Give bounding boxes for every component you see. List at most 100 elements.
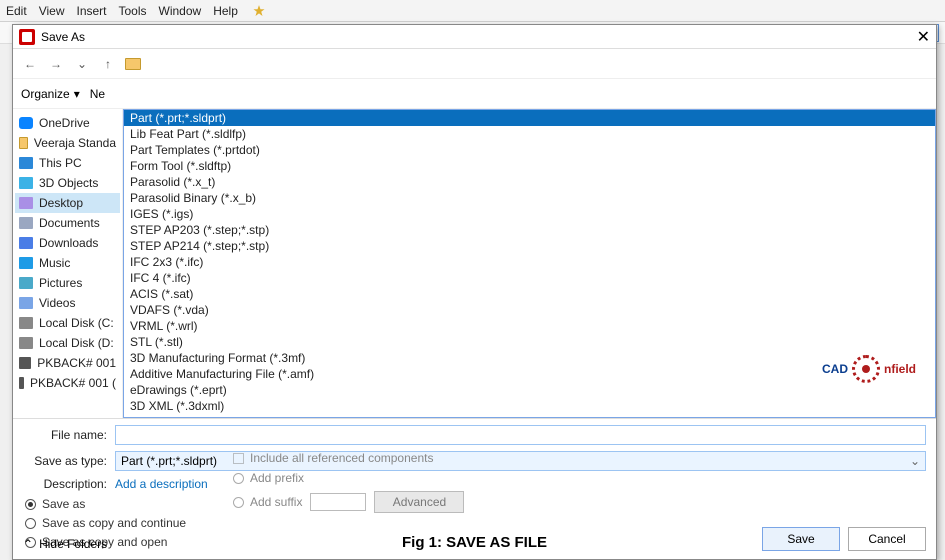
- filetype-dropdown-list[interactable]: Part (*.prt;*.sldprt)Lib Feat Part (*.sl…: [123, 109, 936, 418]
- filetype-option[interactable]: STEP AP203 (*.step;*.stp): [124, 222, 935, 238]
- filename-label: File name:: [23, 428, 107, 442]
- menu-tools[interactable]: Tools: [119, 4, 147, 18]
- app-icon: [19, 29, 35, 45]
- sidebar-item-label: Veeraja Standa: [34, 136, 116, 150]
- hide-folders-button[interactable]: ⌃ Hide Folders: [23, 537, 107, 551]
- chevron-down-icon: ▾: [74, 87, 80, 101]
- sidebar-item-label: PKBACK# 001 (: [30, 376, 116, 390]
- chevron-down-icon: ⌄: [910, 454, 920, 468]
- folder-icon: [125, 58, 141, 70]
- sidebar-item-pkback-001-[interactable]: PKBACK# 001 (: [15, 373, 120, 393]
- sidebar-item-music[interactable]: Music: [15, 253, 120, 273]
- cancel-button[interactable]: Cancel: [848, 527, 926, 551]
- filetype-option[interactable]: ACIS (*.sat): [124, 286, 935, 302]
- folder-icon: [19, 177, 33, 189]
- folder-icon: [19, 137, 28, 149]
- radio-icon: [25, 499, 36, 510]
- sidebar-item-this-pc[interactable]: This PC: [15, 153, 120, 173]
- sidebar-item-pkback-001[interactable]: PKBACK# 001: [15, 353, 120, 373]
- nav-chevron-icon[interactable]: ⌄: [73, 57, 91, 71]
- menu-insert[interactable]: Insert: [76, 4, 106, 18]
- sidebar-item-label: Music: [39, 256, 70, 270]
- filetype-option[interactable]: IFC 4 (*.ifc): [124, 270, 935, 286]
- organize-button[interactable]: Organize ▾: [21, 87, 80, 101]
- sidebar-item-label: Pictures: [39, 276, 82, 290]
- sidebar-item-label: Downloads: [39, 236, 98, 250]
- sidebar-item-documents[interactable]: Documents: [15, 213, 120, 233]
- folder-icon: [19, 317, 33, 329]
- new-folder-button[interactable]: Ne: [90, 87, 105, 101]
- filetype-option[interactable]: Additive Manufacturing File (*.amf): [124, 366, 935, 382]
- include-refs-checkbox[interactable]: Include all referenced components: [233, 451, 464, 465]
- filetype-option[interactable]: Part Templates (*.prtdot): [124, 142, 935, 158]
- filetype-option[interactable]: IGES (*.igs): [124, 206, 935, 222]
- save-button[interactable]: Save: [762, 527, 840, 551]
- filetype-option[interactable]: Lib Feat Part (*.sldlfp): [124, 126, 935, 142]
- filetype-option[interactable]: 3D XML (*.3dxml): [124, 398, 935, 414]
- sidebar-item-local-disk-d-[interactable]: Local Disk (D:: [15, 333, 120, 353]
- caret-icon: ⌃: [23, 537, 33, 551]
- address-bar[interactable]: [125, 58, 928, 70]
- dialog-body: OneDrive Veeraja Standa This PC 3D Objects D…: [13, 109, 936, 418]
- cad-infield-logo: CAD nfield: [822, 355, 916, 383]
- radio-add-suffix: Add suffix: [233, 495, 302, 509]
- sidebar-item-pictures[interactable]: Pictures: [15, 273, 120, 293]
- sidebar-item-veeraja-standa[interactable]: Veeraja Standa: [15, 133, 120, 153]
- sidebar-item-videos[interactable]: Videos: [15, 293, 120, 313]
- nav-up-icon[interactable]: ↑: [99, 57, 117, 71]
- filetype-option[interactable]: STEP AP214 (*.step;*.stp): [124, 238, 935, 254]
- sidebar-item-label: OneDrive: [39, 116, 90, 130]
- filetype-option[interactable]: 3D Manufacturing Format (*.3mf): [124, 350, 935, 366]
- dialog-lower-panel: File name: Save as type: Part (*.prt;*.s…: [13, 418, 936, 559]
- folder-icon: [19, 277, 33, 289]
- filetype-option[interactable]: Parasolid (*.x_t): [124, 174, 935, 190]
- savetype-value: Part (*.prt;*.sldprt): [121, 454, 217, 468]
- figure-caption: Fig 1: SAVE AS FILE: [402, 534, 547, 551]
- filetype-option[interactable]: Form Tool (*.sldftp): [124, 158, 935, 174]
- radio-add-prefix: Add prefix: [233, 471, 304, 485]
- folder-icon: [19, 377, 24, 389]
- filetype-option[interactable]: Parasolid Binary (*.x_b): [124, 190, 935, 206]
- app-menubar: Edit View Insert Tools Window Help: [0, 0, 945, 22]
- sidebar-item-onedrive[interactable]: OneDrive: [15, 113, 120, 133]
- logo-text-infield: nfield: [884, 362, 916, 376]
- radio-icon: [25, 518, 36, 529]
- save-as-dialog: Save As ✕ ← → ⌄ ↑ Organize ▾ Ne OneDrive…: [12, 24, 937, 560]
- menu-help[interactable]: Help: [213, 4, 238, 18]
- radio-save-as[interactable]: Save as: [25, 497, 926, 511]
- filename-input[interactable]: [115, 425, 926, 445]
- sidebar-item-label: This PC: [39, 156, 82, 170]
- nav-back-icon[interactable]: ←: [21, 57, 39, 71]
- folder-icon: [19, 337, 33, 349]
- filetype-option[interactable]: eDrawings (*.eprt): [124, 382, 935, 398]
- dialog-toolbar: Organize ▾ Ne: [13, 79, 936, 109]
- menu-window[interactable]: Window: [159, 4, 202, 18]
- filetype-option[interactable]: STL (*.stl): [124, 334, 935, 350]
- sidebar-item-label: Documents: [39, 216, 100, 230]
- sidebar-item-3d-objects[interactable]: 3D Objects: [15, 173, 120, 193]
- folder-icon: [19, 357, 31, 369]
- star-icon[interactable]: [250, 2, 268, 20]
- menu-view[interactable]: View: [39, 4, 65, 18]
- dialog-close-icon[interactable]: ✕: [917, 27, 930, 47]
- description-link[interactable]: Add a description: [115, 477, 208, 491]
- radio-icon: [233, 473, 244, 484]
- folder-icon: [19, 297, 33, 309]
- savetype-label: Save as type:: [23, 454, 107, 468]
- folder-icon: [19, 217, 33, 229]
- sidebar-item-local-disk-c-[interactable]: Local Disk (C:: [15, 313, 120, 333]
- sidebar-item-desktop[interactable]: Desktop: [15, 193, 120, 213]
- filetype-option[interactable]: VRML (*.wrl): [124, 318, 935, 334]
- sidebar-item-downloads[interactable]: Downloads: [15, 233, 120, 253]
- folder-icon: [19, 197, 33, 209]
- dialog-title: Save As: [41, 30, 85, 44]
- filetype-option[interactable]: Part (*.prt;*.sldprt): [124, 110, 935, 126]
- radio-icon: [233, 497, 244, 508]
- filetype-option[interactable]: IFC 2x3 (*.ifc): [124, 254, 935, 270]
- checkbox-icon: [233, 453, 244, 464]
- filetype-option[interactable]: VDAFS (*.vda): [124, 302, 935, 318]
- logo-text-cad: CAD: [822, 362, 848, 376]
- menu-edit[interactable]: Edit: [6, 4, 27, 18]
- sidebar-item-label: 3D Objects: [39, 176, 98, 190]
- nav-forward-icon[interactable]: →: [47, 57, 65, 71]
